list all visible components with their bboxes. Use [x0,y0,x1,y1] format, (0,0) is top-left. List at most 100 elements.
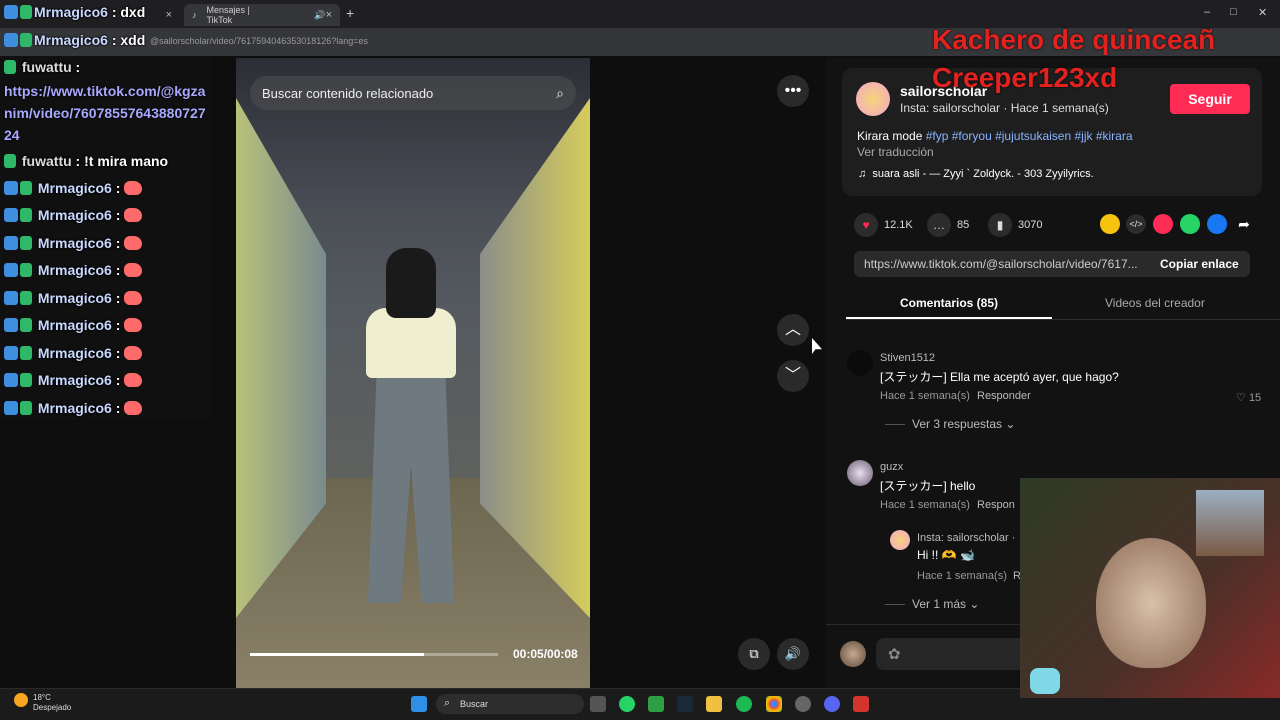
minecraft-icon[interactable] [648,696,664,712]
chat-link[interactable]: https://www.tiktok.com/@kgzanim/video/76… [4,80,210,146]
share-url: https://www.tiktok.com/@sailorscholar/vi… [864,257,1138,271]
copy-link-button[interactable]: Copiar enlace [1160,257,1239,271]
badge-icon [4,33,18,47]
overlay-text-1: Kachero de quinceañ [932,24,1216,55]
comment-user[interactable]: guzx [880,461,903,473]
video-player[interactable]: Buscar contenido relacionado ⌕ 00:05/00:… [236,58,590,688]
whatsapp-icon[interactable] [619,696,635,712]
reply-user[interactable]: Insta: sailorscholar · [917,532,1015,544]
video-progress-bar[interactable] [250,653,498,656]
more-options-icon[interactable]: ••• [777,75,809,107]
badge-icon [4,401,18,415]
badge-icon [20,5,32,19]
share-arrow-icon[interactable]: ➦ [1234,214,1254,234]
song-info[interactable]: ♫ suara asli - — Zyyi ` Zoldyck. - 303 Z… [858,168,1094,180]
previous-video-icon[interactable]: ︿ [777,314,809,346]
save-button[interactable]: ▮ 3070 [988,213,1042,237]
audio-icon[interactable]: 🔊 [314,10,325,21]
view-replies-button[interactable]: Ver 3 respuestas ⌄ [912,417,1015,431]
chrome-icon[interactable] [766,696,782,712]
emote-icon [124,346,143,360]
emote-icon [124,263,143,277]
music-note-icon: ♫ [858,168,867,180]
chat-message: Mrmagico6 : [4,317,143,333]
emote-icon [124,181,143,195]
send-icon[interactable] [1153,214,1173,234]
thread-line [885,424,905,425]
weather-icon[interactable] [14,693,28,707]
embed-icon[interactable]: </> [1126,214,1146,234]
badge-icon [4,373,18,387]
discord-icon[interactable] [824,696,840,712]
creator-avatar[interactable] [856,82,890,116]
mouse-cursor [812,338,822,354]
badge-icon [20,373,32,387]
taskbar-search[interactable]: ⌕ Buscar [436,694,584,714]
screen: { "browser": { "tabs": [ {"label": "", "… [0,0,1280,720]
spotify-icon[interactable] [736,696,752,712]
close-tab-icon[interactable]: × [326,9,332,21]
badge-icon [20,208,32,222]
badge-icon [20,318,32,332]
thread-line [885,604,905,605]
badge-icon [20,346,32,360]
app-icon[interactable] [795,696,811,712]
reply-avatar[interactable] [890,530,910,550]
weather-widget[interactable]: 18°C Despejado [33,693,71,713]
my-avatar[interactable] [840,641,866,667]
repost-icon[interactable] [1100,214,1120,234]
folder-icon[interactable] [706,696,722,712]
new-tab-button[interactable]: + [346,5,354,21]
comment-like[interactable]: ♡ 15 [1236,391,1261,404]
reply-button[interactable]: Respon [977,499,1015,511]
badge-icon [20,236,32,250]
next-video-icon[interactable]: ﹀ [777,360,809,392]
tab-title: Mensajes | TikTok [206,5,250,25]
tab-comments[interactable]: Comentarios (85) [900,296,998,310]
related-search-input[interactable]: Buscar contenido relacionado ⌕ [250,76,576,110]
badge-icon [4,181,18,195]
sticker-icon[interactable]: ✿ [888,645,901,663]
badge-icon [20,291,32,305]
chat-message: Mrmagico6 : dxd [4,4,145,20]
badge-icon [20,401,32,415]
window-close-icon[interactable]: ✕ [1258,6,1267,19]
search-icon[interactable]: ⌕ [556,85,564,102]
reply-button[interactable]: Responder [977,390,1031,402]
maximize-icon[interactable]: □ [1230,6,1237,18]
view-more-button[interactable]: Ver 1 más ⌄ [912,597,979,611]
creator-subtitle: Insta: sailorscholar · Hace 1 semana(s) [900,101,1109,115]
hashtags[interactable]: #fyp #foryou #jujutsukaisen #jjk #kirara [926,129,1133,143]
badge-icon [4,346,18,360]
task-view-icon[interactable] [590,696,606,712]
badge-icon [4,5,18,19]
heart-outline-icon: ♡ [1236,392,1246,404]
comment-text: [ステッカー] Ella me aceptó ayer, que hago? [880,370,1119,384]
comment-icon: … [927,213,951,237]
comment-avatar[interactable] [847,460,873,486]
chat-message: Mrmagico6 : [4,180,143,196]
app-icon[interactable] [853,696,869,712]
heart-icon: ♥ [854,213,878,237]
comment-user[interactable]: Stiven1512 [880,352,935,364]
emote-icon [124,208,143,222]
translate-link[interactable]: Ver traducción [857,145,934,159]
reply-meta: Hace 1 semana(s) [917,570,1007,582]
whatsapp-icon[interactable] [1180,214,1200,234]
tab-divider [846,319,1280,320]
badge-icon [4,60,16,74]
start-icon[interactable] [411,696,427,712]
volume-icon[interactable]: 🔊 [777,638,809,670]
facebook-icon[interactable] [1207,214,1227,234]
like-button[interactable]: ♥ 12.1K [854,213,913,237]
comment-avatar[interactable] [847,350,873,376]
comment-button[interactable]: … 85 [927,213,969,237]
pip-icon[interactable]: ⧉ [738,638,770,670]
steam-icon[interactable] [677,696,693,712]
minimize-icon[interactable]: – [1204,6,1210,18]
tab-creator-videos[interactable]: Videos del creador [1105,296,1205,310]
emote-icon [124,318,143,332]
active-tab-indicator [846,317,1052,319]
follow-button[interactable]: Seguir [1170,84,1250,114]
chat-message: fuwattu : [4,59,80,75]
